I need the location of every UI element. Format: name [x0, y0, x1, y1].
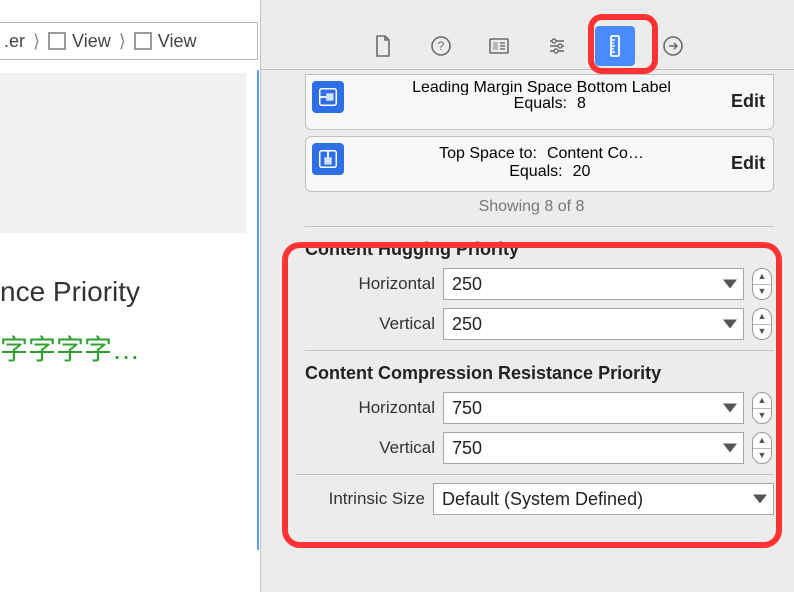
breadcrumb-label: View — [158, 31, 197, 52]
constraint-leading-icon — [312, 81, 344, 113]
combo-value: 250 — [452, 274, 482, 295]
constraints-count-label: Showing 8 of 8 — [281, 198, 782, 216]
breadcrumb-item-root[interactable]: .er — [0, 31, 29, 52]
compression-vertical-input[interactable]: 750 — [443, 432, 744, 464]
breadcrumb-label: View — [72, 31, 111, 52]
constraint-top-icon — [312, 143, 344, 175]
step-down-icon[interactable]: ▼ — [753, 324, 771, 340]
step-down-icon[interactable]: ▼ — [753, 408, 771, 424]
compression-horizontal-label: Horizontal — [305, 398, 435, 418]
divider — [305, 226, 774, 227]
breadcrumb-label: .er — [4, 31, 25, 52]
canvas-area: nce Priority 字字字字… — [0, 60, 258, 592]
step-up-icon[interactable]: ▲ — [753, 269, 771, 284]
step-down-icon[interactable]: ▼ — [753, 284, 771, 300]
compression-vertical-row: Vertical 750 ▲ ▼ — [305, 432, 774, 464]
view-icon — [48, 32, 66, 50]
compression-resistance-section: Content Compression Resistance Priority … — [305, 350, 774, 464]
hugging-vertical-stepper[interactable]: ▲ ▼ — [752, 308, 772, 340]
chevron-down-icon — [723, 280, 737, 289]
chevron-down-icon — [753, 495, 767, 504]
constraint-title-label: Top Space to: — [439, 145, 537, 163]
canvas-label-secondary: 字字字字… — [0, 328, 246, 368]
compression-resistance-title: Content Compression Resistance Priority — [305, 363, 774, 384]
breadcrumb-item-view1[interactable]: View — [44, 31, 115, 52]
canvas-background — [0, 73, 246, 233]
compression-horizontal-row: Horizontal 750 ▲ ▼ — [305, 392, 774, 424]
inspector-body: Leading Margin Space Bottom Label Equals… — [261, 70, 794, 592]
constraint-row-leading[interactable]: Leading Margin Space Bottom Label Equals… — [305, 74, 774, 130]
selection-guide — [257, 70, 259, 550]
constraint-title: Leading Margin Space Bottom Label — [360, 81, 723, 95]
hugging-vertical-row: Vertical 250 ▲ ▼ — [305, 308, 774, 340]
hugging-vertical-label: Vertical — [305, 314, 435, 334]
chevron-right-icon: ⟩ — [115, 31, 130, 52]
ruler-icon — [603, 34, 627, 58]
intrinsic-size-section: Intrinsic Size Default (System Defined) — [295, 474, 774, 515]
identity-inspector-tab[interactable] — [479, 26, 519, 66]
intrinsic-size-select[interactable]: Default (System Defined) — [433, 483, 774, 515]
breadcrumb: .er ⟩ View ⟩ View — [0, 22, 258, 60]
help-icon: ? — [429, 34, 453, 58]
combo-value: 750 — [452, 398, 482, 419]
size-inspector-tab[interactable] — [595, 26, 635, 66]
chevron-down-icon — [723, 320, 737, 329]
constraint-equals-value: 20 — [573, 163, 591, 181]
inspector-tabs: ? — [261, 22, 794, 70]
view-icon — [134, 32, 152, 50]
divider — [305, 350, 774, 351]
identity-icon — [487, 34, 511, 58]
constraint-row-top[interactable]: Top Space to: Content Co… Equals: 20 Edi… — [305, 136, 774, 192]
svg-text:?: ? — [437, 39, 444, 53]
inspector-panel: ? Leading Margin Space Bottom Label Equa… — [260, 0, 794, 592]
step-down-icon[interactable]: ▼ — [753, 448, 771, 464]
intrinsic-size-label: Intrinsic Size — [285, 489, 425, 509]
divider — [295, 474, 774, 475]
constraint-equals-value: 8 — [577, 95, 586, 113]
hugging-horizontal-label: Horizontal — [305, 274, 435, 294]
combo-value: 750 — [452, 438, 482, 459]
step-up-icon[interactable]: ▲ — [753, 309, 771, 324]
quick-help-tab[interactable]: ? — [421, 26, 461, 66]
step-up-icon[interactable]: ▲ — [753, 393, 771, 408]
attributes-inspector-tab[interactable] — [537, 26, 577, 66]
hugging-horizontal-row: Horizontal 250 ▲ ▼ — [305, 268, 774, 300]
compression-vertical-label: Vertical — [305, 438, 435, 458]
compression-horizontal-input[interactable]: 750 — [443, 392, 744, 424]
content-hugging-title: Content Hugging Priority — [305, 239, 774, 260]
combo-value: 250 — [452, 314, 482, 335]
chevron-down-icon — [723, 444, 737, 453]
edit-button[interactable]: Edit — [731, 153, 765, 174]
chevron-right-icon: ⟩ — [29, 31, 44, 52]
content-hugging-section: Content Hugging Priority Horizontal 250 … — [305, 226, 774, 340]
arrow-circle-icon — [661, 34, 685, 58]
hugging-horizontal-stepper[interactable]: ▲ ▼ — [752, 268, 772, 300]
chevron-down-icon — [723, 404, 737, 413]
file-icon — [371, 34, 395, 58]
constraint-equals-label: Equals: — [497, 95, 567, 113]
breadcrumb-item-view2[interactable]: View — [130, 31, 201, 52]
hugging-horizontal-input[interactable]: 250 — [443, 268, 744, 300]
compression-horizontal-stepper[interactable]: ▲ ▼ — [752, 392, 772, 424]
combo-value: Default (System Defined) — [442, 489, 643, 510]
edit-button[interactable]: Edit — [731, 91, 765, 112]
hugging-vertical-input[interactable]: 250 — [443, 308, 744, 340]
connections-inspector-tab[interactable] — [653, 26, 693, 66]
canvas-label-main: nce Priority — [0, 276, 246, 308]
inspector-top-gap — [261, 0, 794, 22]
constraint-title-value: Content Co… — [547, 145, 644, 163]
compression-vertical-stepper[interactable]: ▲ ▼ — [752, 432, 772, 464]
constraint-equals-label: Equals: — [493, 163, 563, 181]
file-inspector-tab[interactable] — [363, 26, 403, 66]
selected-view[interactable]: nce Priority 字字字字… — [0, 270, 246, 374]
slider-icon — [545, 34, 569, 58]
intrinsic-size-row: Intrinsic Size Default (System Defined) — [285, 483, 774, 515]
step-up-icon[interactable]: ▲ — [753, 433, 771, 448]
